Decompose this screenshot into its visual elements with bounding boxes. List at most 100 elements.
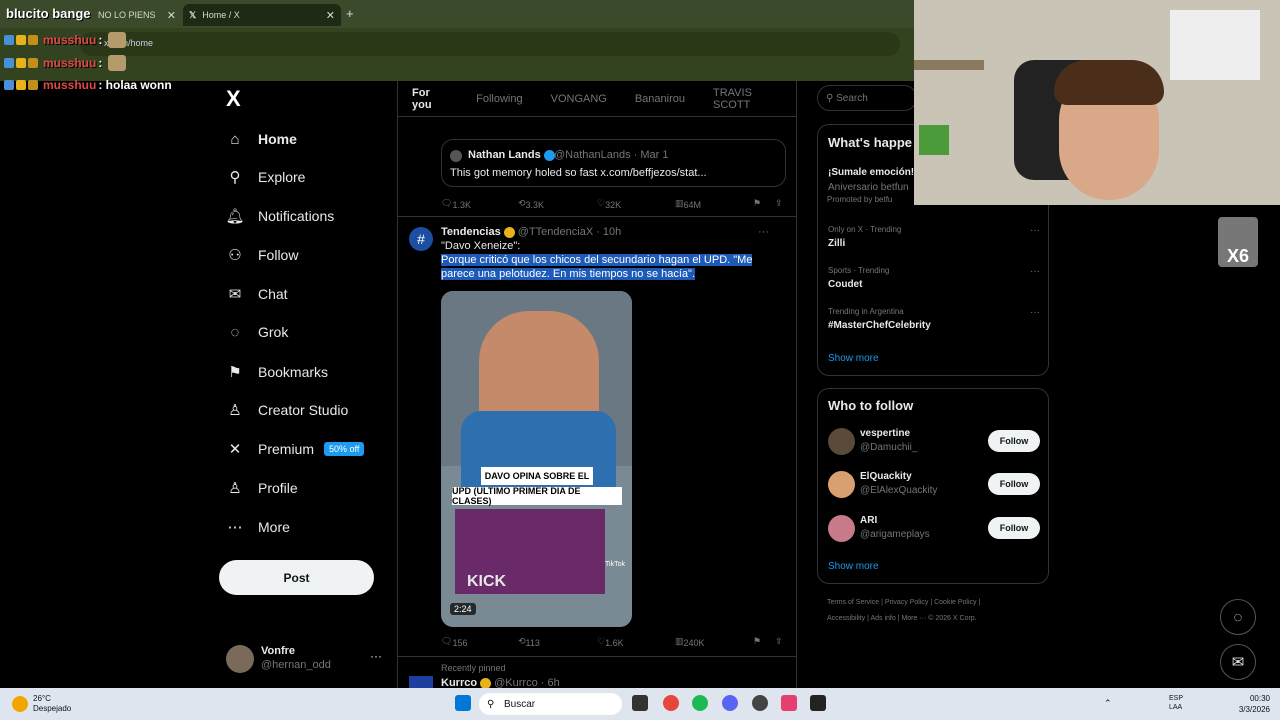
follow-suggestion[interactable]: ElQuackity @ElAlexQuackity Follow <box>828 469 1040 501</box>
tweet-author[interactable]: Tendencias <box>441 226 501 238</box>
tab-following[interactable]: Following <box>462 93 536 105</box>
quote-text: This got memory holed so fast x.com/beff… <box>450 167 707 179</box>
x-logo-icon[interactable]: X <box>226 88 246 110</box>
nav-premium[interactable]: ✕ Premium 50% off <box>226 437 365 461</box>
trend-item[interactable]: Only on X · Trending Zilli ··· <box>828 225 1040 249</box>
nav-chat[interactable]: ✉ Chat <box>226 282 288 306</box>
tab-bananirou[interactable]: Bananirou <box>621 93 699 105</box>
trend-item[interactable]: Trending in Argentina #MasterChefCelebrit… <box>828 307 1040 331</box>
repost-button[interactable]: ⟲ 3.3K <box>518 198 544 210</box>
like-button[interactable]: ♡ 1.6K <box>597 636 624 648</box>
mail-icon[interactable]: ✉ <box>1220 644 1256 680</box>
tab-title: Home / X <box>202 10 240 20</box>
footer-links[interactable]: Accessibility | Ads info | More ··· © 20… <box>827 615 1027 622</box>
weather-icon[interactable] <box>12 696 28 712</box>
task-view-icon[interactable] <box>632 695 648 711</box>
windows-taskbar: 26°C Despejado ⚲ Buscar ⌃ ESP LAA 00:30 3… <box>0 688 1280 720</box>
panel-title: Who to follow <box>828 398 914 413</box>
quote-handle: @NathanLands · Mar 1 <box>554 149 669 161</box>
obs-icon[interactable] <box>752 695 768 711</box>
tweet-handle: @TTendenciaX · 10h <box>517 226 622 238</box>
x-icon: ✕ <box>228 441 242 458</box>
more-icon[interactable]: ··· <box>758 226 769 238</box>
close-icon[interactable]: ✕ <box>167 9 176 22</box>
nav-grok[interactable]: ◌ Grok <box>226 320 289 344</box>
bookmark-icon[interactable]: ⚑ <box>753 198 761 209</box>
discord-icon[interactable] <box>722 695 738 711</box>
views-button[interactable]: ▥ 64M <box>675 198 701 210</box>
tab-x-home[interactable]: 𝕏 Home / X ✕ <box>183 4 341 26</box>
avatar[interactable]: # <box>409 227 433 251</box>
x-favicon-icon: 𝕏 <box>189 9 197 20</box>
avatar[interactable] <box>409 676 433 688</box>
quoted-tweet[interactable]: Nathan Lands @NathanLands · Mar 1 This g… <box>441 139 786 187</box>
address-input[interactable]: x.com/home <box>80 32 900 56</box>
show-more-link[interactable]: Show more <box>828 353 879 364</box>
follow-suggestion[interactable]: vespertine @Damuchii_ Follow <box>828 426 1040 458</box>
more-icon: ··· <box>1030 225 1040 236</box>
nav-creator-studio[interactable]: ♙ Creator Studio <box>226 398 348 422</box>
clock[interactable]: 00:30 3/3/2026 <box>1230 693 1270 715</box>
trend-item[interactable]: Sports · Trending Coudet ··· <box>828 266 1040 290</box>
more-icon: ⋯ <box>227 519 243 536</box>
emote-icon <box>108 32 127 48</box>
account-switcher[interactable]: Vonfre @hernan_odd ··· <box>226 643 386 675</box>
stream-brand: blucito bange <box>6 6 91 21</box>
nav-label: Chat <box>258 286 288 302</box>
views-button[interactable]: ▥ 240K <box>675 636 705 648</box>
weather-widget[interactable]: 26°C Despejado <box>33 694 71 714</box>
creator-icon: ♙ <box>228 402 242 419</box>
nav-more[interactable]: ⋯ More <box>226 515 290 539</box>
repost-button[interactable]: ⟲ 113 <box>518 636 540 648</box>
follow-button[interactable]: Follow <box>988 430 1040 452</box>
chat-message: musshuu: holaa wonn <box>4 78 172 92</box>
share-icon[interactable]: ⇪ <box>775 198 783 209</box>
tab-travis-scott[interactable]: TRAVIS SCOTT <box>699 87 796 111</box>
reply-button[interactable]: 🗨︎ 156 <box>441 636 467 648</box>
nav-home[interactable]: ⌂ Home <box>226 127 297 151</box>
windows-start-icon[interactable] <box>455 695 471 711</box>
nav-explore[interactable]: ⚲ Explore <box>226 165 306 189</box>
taskbar-search[interactable]: ⚲ Buscar <box>479 693 622 715</box>
nav-profile[interactable]: ♙ Profile <box>226 476 297 500</box>
chat-message: musshuu: <box>4 55 127 71</box>
tab-vongang[interactable]: VONGANG <box>537 93 621 105</box>
nav-label: Home <box>258 131 297 147</box>
tiktok-icon[interactable] <box>781 695 797 711</box>
tab-for-you[interactable]: For you <box>398 87 462 111</box>
close-icon[interactable]: ✕ <box>326 9 335 22</box>
capcut-icon[interactable] <box>810 695 826 711</box>
tab-title: NO LO PIENS <box>98 10 156 20</box>
tweet-video[interactable]: DAVO OPINA SOBRE EL UPD (ULTIMO PRIMER D… <box>441 291 632 627</box>
bookmark-icon[interactable]: ⚑ <box>753 636 761 647</box>
spotify-icon[interactable] <box>692 695 708 711</box>
tweet-author[interactable]: Kurrco <box>441 677 477 688</box>
more-icon: ··· <box>1030 307 1040 318</box>
follow-suggestion[interactable]: ARI @arigameplays Follow <box>828 513 1040 545</box>
follow-button[interactable]: Follow <box>988 473 1040 495</box>
video-duration: 2:24 <box>450 603 476 615</box>
tweet-header: Kurrco @Kurrco · 6h <box>441 677 560 688</box>
chevron-up-icon[interactable]: ⌃ <box>1104 698 1112 709</box>
nav-follow[interactable]: ⚇ Follow <box>226 243 298 267</box>
footer-links[interactable]: Terms of Service | Privacy Policy | Cook… <box>827 599 1027 606</box>
chrome-icon[interactable] <box>663 695 679 711</box>
nav-bookmarks[interactable]: ⚑ Bookmarks <box>226 360 328 384</box>
promo-title[interactable]: ¡Sumale emoción! <box>828 167 914 178</box>
new-tab-button[interactable]: + <box>346 6 354 21</box>
post-button[interactable]: Post <box>219 560 374 595</box>
share-icon[interactable]: ⇪ <box>775 636 783 647</box>
language-indicator[interactable]: ESP LAA <box>1169 694 1183 712</box>
show-more-link[interactable]: Show more <box>828 561 879 572</box>
search-icon: ⚲ <box>229 169 241 186</box>
grok-icon[interactable]: ◌ <box>1220 599 1256 635</box>
video-caption: DAVO OPINA SOBRE EL <box>481 467 593 485</box>
more-icon[interactable]: ··· <box>370 649 382 663</box>
follow-button[interactable]: Follow <box>988 517 1040 539</box>
divider <box>398 656 796 657</box>
nav-notifications[interactable]: 🔔︎ Notifications <box>225 204 334 228</box>
search-input[interactable]: ⚲ Search <box>817 85 917 111</box>
reply-button[interactable]: 🗨︎ 1.3K <box>441 198 471 210</box>
like-button[interactable]: ♡ 32K <box>597 198 621 210</box>
mail-icon: ✉ <box>228 286 242 303</box>
